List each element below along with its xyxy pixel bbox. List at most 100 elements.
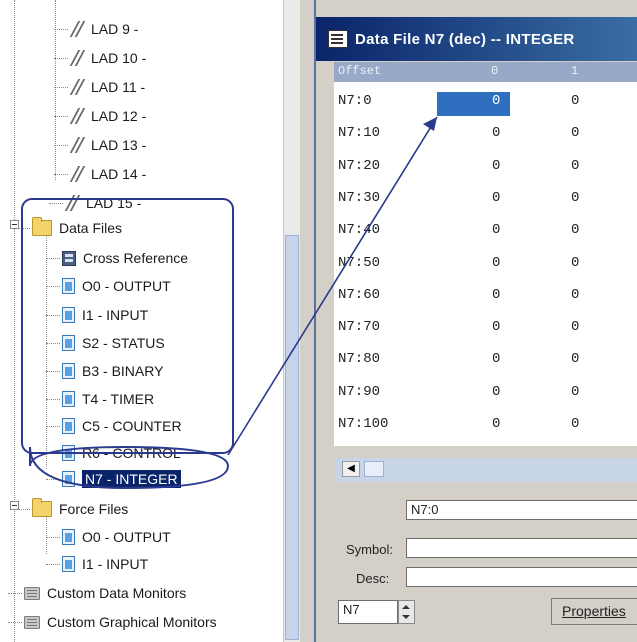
value-cell[interactable]: 0 — [571, 416, 579, 432]
value-cell[interactable]: 0 — [492, 93, 500, 109]
table-row[interactable]: N7:0 0 0 — [334, 84, 637, 118]
value-cell[interactable]: 0 — [492, 190, 500, 206]
value-cell[interactable]: 0 — [571, 319, 579, 335]
properties-button-label: Properties — [562, 603, 626, 619]
value-cell[interactable]: 0 — [571, 255, 579, 271]
tree-item[interactable]: LAD 10 - — [70, 45, 146, 71]
table-row[interactable]: N7:30 0 0 — [334, 181, 637, 215]
tree-item-label: Cross Reference — [83, 250, 189, 266]
tree-item[interactable]: Data Files — [32, 215, 122, 241]
data-file-icon — [62, 471, 75, 487]
tree-item[interactable]: S2 - STATUS — [62, 330, 165, 356]
desc-field[interactable] — [406, 567, 637, 587]
tree-item[interactable]: B3 - BINARY — [62, 358, 163, 384]
tree-item[interactable]: I1 - INPUT — [62, 551, 148, 577]
offset-cell[interactable]: N7:40 — [338, 222, 380, 238]
window-title-bar[interactable]: Data File N7 (dec) -- INTEGER — [316, 17, 637, 61]
table-row[interactable]: N7:40 0 0 — [334, 213, 637, 247]
tree-item[interactable]: O0 - OUTPUT — [62, 273, 171, 299]
properties-button[interactable]: Properties — [551, 598, 637, 625]
value-cell[interactable]: 0 — [571, 351, 579, 367]
column-header-0: 0 — [491, 64, 499, 78]
column-header-1: 1 — [571, 64, 579, 78]
table-row[interactable]: N7:70 0 0 — [334, 310, 637, 344]
file-select-field[interactable]: N7 — [338, 600, 398, 624]
tree-item[interactable]: LAD 15 - — [65, 190, 141, 216]
tree-item[interactable]: LAD 13 - — [70, 132, 146, 158]
value-cell[interactable]: 0 — [571, 93, 579, 109]
value-cell[interactable]: 0 — [492, 222, 500, 238]
tree-connector — [54, 58, 68, 59]
tree-item[interactable]: Recipe Monitors — [24, 635, 148, 642]
tree-connector — [46, 453, 60, 454]
tree-connector — [46, 286, 60, 287]
tree-connector — [46, 537, 60, 538]
table-row[interactable]: N7:90 0 0 — [334, 375, 637, 409]
tree-item[interactable]: LAD 11 - — [70, 74, 145, 100]
tree-item[interactable]: I1 - INPUT — [62, 302, 148, 328]
tree-item[interactable]: C5 - COUNTER — [62, 413, 182, 439]
tree-scrollbar-thumb[interactable] — [285, 235, 299, 640]
value-cell[interactable]: 0 — [492, 125, 500, 141]
offset-cell[interactable]: N7:50 — [338, 255, 380, 271]
offset-cell[interactable]: N7:70 — [338, 319, 380, 335]
tree-connector — [14, 0, 15, 642]
address-field[interactable]: N7:0 — [406, 500, 637, 520]
tree-item[interactable]: N7 - INTEGER — [62, 466, 181, 492]
tree-item[interactable]: LAD 14 - — [70, 161, 146, 187]
table-row[interactable]: N7:60 0 0 — [334, 278, 637, 312]
table-row[interactable]: N7:80 0 0 — [334, 342, 637, 376]
tree-item[interactable]: Custom Data Monitors — [24, 580, 186, 606]
tree-connector — [46, 228, 47, 469]
scrollbar-thumb[interactable] — [364, 461, 384, 477]
value-cell[interactable]: 0 — [571, 190, 579, 206]
symbol-field[interactable] — [406, 538, 637, 558]
ladder-icon — [70, 137, 84, 153]
grid-horizontal-scrollbar[interactable]: ◀ — [336, 458, 637, 482]
tree-item[interactable]: Force Files — [32, 496, 128, 522]
table-row[interactable]: N7:20 0 0 — [334, 149, 637, 183]
tree-item[interactable]: LAD 12 - — [70, 103, 146, 129]
value-cell[interactable]: 0 — [571, 222, 579, 238]
tree-item[interactable]: R6 - CONTROL — [62, 440, 181, 466]
value-cell[interactable]: 0 — [492, 255, 500, 271]
offset-cell[interactable]: N7:100 — [338, 416, 388, 432]
offset-cell[interactable]: N7:30 — [338, 190, 380, 206]
data-file-icon — [62, 556, 75, 572]
tree-item[interactable]: Cross Reference — [62, 245, 188, 271]
data-file-icon — [62, 363, 75, 379]
data-file-icon — [62, 278, 75, 294]
table-row[interactable]: N7:10 0 0 — [334, 116, 637, 150]
offset-cell[interactable]: N7:0 — [338, 93, 372, 109]
offset-cell[interactable]: N7:80 — [338, 351, 380, 367]
value-cell[interactable]: 0 — [492, 287, 500, 303]
table-row[interactable]: N7:50 0 0 — [334, 246, 637, 280]
tree-item[interactable]: Custom Graphical Monitors — [24, 609, 217, 635]
value-cell[interactable]: 0 — [492, 384, 500, 400]
table-row[interactable]: N7:100 0 0 — [334, 407, 637, 441]
file-spinner[interactable] — [398, 600, 415, 624]
offset-cell[interactable]: N7:60 — [338, 287, 380, 303]
value-cell[interactable]: 0 — [492, 319, 500, 335]
tree-item[interactable]: LAD 9 - — [70, 16, 138, 42]
tree-scrollbar[interactable] — [283, 0, 300, 642]
offset-cell[interactable]: N7:20 — [338, 158, 380, 174]
splitter[interactable] — [300, 0, 314, 642]
value-cell[interactable]: 0 — [571, 158, 579, 174]
offset-cell[interactable]: N7:90 — [338, 384, 380, 400]
tree-item-label: LAD 13 - — [91, 137, 147, 153]
offset-cell[interactable]: N7:10 — [338, 125, 380, 141]
value-cell[interactable]: 0 — [492, 351, 500, 367]
tree-item-label: R6 - CONTROL — [82, 445, 181, 461]
value-cell[interactable]: 0 — [571, 384, 579, 400]
ladder-icon — [65, 195, 79, 211]
scroll-left-button[interactable]: ◀ — [342, 461, 360, 477]
tree-item-label: LAD 9 - — [91, 21, 139, 37]
tree-item-label: LAD 11 - — [91, 79, 146, 95]
value-cell[interactable]: 0 — [492, 158, 500, 174]
value-cell[interactable]: 0 — [571, 287, 579, 303]
tree-item[interactable]: O0 - OUTPUT — [62, 524, 171, 550]
tree-item[interactable]: T4 - TIMER — [62, 386, 154, 412]
value-cell[interactable]: 0 — [492, 416, 500, 432]
value-cell[interactable]: 0 — [571, 125, 579, 141]
